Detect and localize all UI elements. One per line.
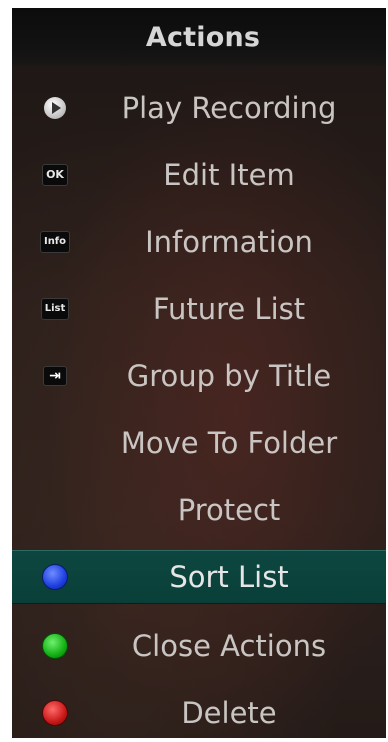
- menu-item-label: Future List: [152, 291, 306, 326]
- blue-button-icon: [42, 564, 68, 590]
- blue-button-icon-slot: [38, 560, 72, 594]
- menu-item-future-list[interactable]: List Future List: [12, 275, 386, 342]
- menu-item-information[interactable]: Info Information: [12, 208, 386, 275]
- menu-item-label: Edit Item: [163, 157, 295, 192]
- green-button-icon-slot: [38, 629, 72, 663]
- menu-item-edit-item[interactable]: OK Edit Item: [12, 141, 386, 208]
- red-button-icon: [42, 699, 68, 726]
- menu-item-label: Information: [145, 224, 313, 259]
- actions-list: Play Recording OK Edit Item Info Informa…: [12, 74, 386, 738]
- menu-item-play-recording[interactable]: Play Recording: [12, 74, 386, 141]
- menu-item-label: Close Actions: [131, 628, 327, 663]
- play-icon-slot: [38, 91, 72, 125]
- menu-title: Actions: [145, 21, 261, 53]
- group-arrow-icon-slot: ⇥: [38, 359, 72, 393]
- red-button-icon-slot: [38, 696, 72, 730]
- green-button-icon: [42, 632, 68, 659]
- info-key-icon-slot: Info: [38, 225, 72, 259]
- menu-item-group-by-title[interactable]: ⇥ Group by Title: [12, 342, 386, 409]
- group-arrow-icon: ⇥: [43, 365, 67, 386]
- actions-menu: Actions Play Recording OK Edit Item Info…: [12, 8, 386, 738]
- menu-header: Actions: [12, 8, 386, 66]
- play-icon: [44, 96, 66, 119]
- menu-item-label: Protect: [177, 492, 281, 527]
- screen: Actions Play Recording OK Edit Item Info…: [0, 0, 388, 742]
- menu-item-label: Group by Title: [126, 358, 332, 393]
- menu-item-move-to-folder[interactable]: Move To Folder: [12, 409, 386, 476]
- ok-key-icon: OK: [42, 163, 68, 186]
- menu-item-delete[interactable]: Delete: [12, 679, 386, 738]
- ok-key-icon-slot: OK: [38, 158, 72, 192]
- menu-item-label: Sort List: [169, 560, 289, 594]
- menu-item-protect[interactable]: Protect: [12, 476, 386, 543]
- menu-item-label: Move To Folder: [120, 425, 338, 460]
- menu-item-label: Play Recording: [121, 90, 337, 125]
- menu-item-close-actions[interactable]: Close Actions: [12, 612, 386, 679]
- list-key-icon-slot: List: [38, 292, 72, 326]
- info-key-icon: Info: [39, 230, 71, 253]
- menu-item-sort-list[interactable]: Sort List: [12, 550, 386, 604]
- menu-item-label: Delete: [181, 695, 277, 730]
- list-key-icon: List: [40, 297, 70, 320]
